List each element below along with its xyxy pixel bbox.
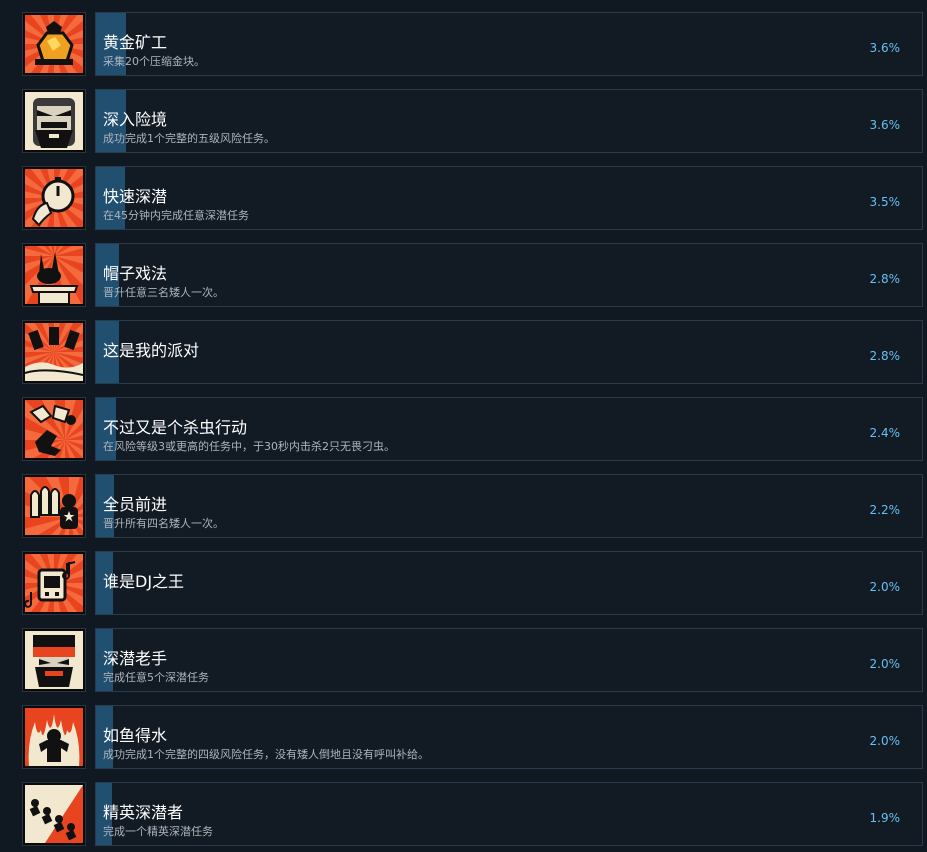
achievement-icon-frame xyxy=(22,397,86,461)
unlock-percent: 3.6% xyxy=(869,41,901,55)
unlock-percent: 2.8% xyxy=(869,272,901,286)
achievement-title: 快速深潜 xyxy=(103,187,168,206)
achievement-icon-frame xyxy=(22,320,86,384)
achievement-row[interactable]: 深入险境成功完成1个完整的五级风险任务。 3.6% xyxy=(0,89,927,155)
achievement-row[interactable]: 精英深潜者完成一个精英深潜任务 1.9% xyxy=(0,782,927,848)
achievement-panel: 深潜老手完成任意5个深潜任务 2.0% xyxy=(95,628,923,692)
achievement-title: 精英深潜者 xyxy=(103,803,184,822)
achievement-title: 谁是DJ之王 xyxy=(103,572,185,591)
achievement-description: 成功完成1个完整的五级风险任务。 xyxy=(103,132,275,145)
achievement-panel: 谁是DJ之王 2.0% xyxy=(95,551,923,615)
achievement-icon-frame xyxy=(22,12,86,76)
achievement-title: 深潜老手 xyxy=(103,649,168,668)
achievement-panel: 如鱼得水成功完成1个完整的四级风险任务，没有矮人倒地且没有呼叫补给。 2.0% xyxy=(95,705,923,769)
achievement-row[interactable]: 快速深潜在45分钟内完成任意深潜任务 3.5% xyxy=(0,166,927,232)
achievement-description: 晋升任意三名矮人一次。 xyxy=(103,286,224,299)
achievement-panel: 精英深潜者完成一个精英深潜任务 1.9% xyxy=(95,782,923,846)
rabbit-hat-icon xyxy=(25,246,83,304)
achievement-row[interactable]: 黄金矿工采集20个压缩金块。 3.6% xyxy=(0,12,927,78)
jukebox-icon xyxy=(25,554,83,612)
unlock-percent: 2.0% xyxy=(869,657,901,671)
achievement-row[interactable]: 谁是DJ之王 2.0% xyxy=(0,551,927,617)
achievement-icon-frame xyxy=(22,166,86,230)
achievement-panel: 帽子戏法晋升任意三名矮人一次。 2.8% xyxy=(95,243,923,307)
achievement-description: 采集20个压缩金块。 xyxy=(103,55,205,68)
achievement-icon-frame xyxy=(22,705,86,769)
unlock-percent: 3.6% xyxy=(869,118,901,132)
achievement-row[interactable]: 这是我的派对 2.8% xyxy=(0,320,927,386)
achievement-title: 不过又是个杀虫行动 xyxy=(103,418,248,437)
achievement-panel: 黄金矿工采集20个压缩金块。 3.6% xyxy=(95,12,923,76)
achievement-row[interactable]: 帽子戏法晋升任意三名矮人一次。 2.8% xyxy=(0,243,927,309)
unlock-percent: 2.0% xyxy=(869,734,901,748)
stopwatch-icon xyxy=(25,169,83,227)
unlock-percent: 1.9% xyxy=(869,811,901,825)
achievement-title: 全员前进 xyxy=(103,495,168,514)
unlock-percent: 2.8% xyxy=(869,349,901,363)
achievement-title: 帽子戏法 xyxy=(103,264,168,283)
running-dwarves-icon xyxy=(25,785,83,843)
party-cannons-icon xyxy=(25,323,83,381)
achievement-description: 晋升所有四名矮人一次。 xyxy=(103,517,224,530)
achievement-description: 在风险等级3或更高的任务中，于30秒内击杀2只无畏刁虫。 xyxy=(103,440,395,453)
veteran-dwarf-icon xyxy=(25,631,83,689)
unlock-percent: 2.2% xyxy=(869,503,901,517)
achievement-title: 这是我的派对 xyxy=(103,341,200,360)
achievement-panel: 深入险境成功完成1个完整的五级风险任务。 3.6% xyxy=(95,89,923,153)
achievement-row[interactable]: 不过又是个杀虫行动在风险等级3或更高的任务中，于30秒内击杀2只无畏刁虫。 2.4… xyxy=(0,397,927,463)
achievement-icon-frame xyxy=(22,782,86,846)
unlock-percent: 2.0% xyxy=(869,580,901,594)
achievement-panel: 这是我的派对 2.8% xyxy=(95,320,923,384)
achievement-row[interactable]: 深潜老手完成任意5个深潜任务 2.0% xyxy=(0,628,927,694)
achievement-icon-frame xyxy=(22,243,86,307)
achievement-panel: 快速深潜在45分钟内完成任意深潜任务 3.5% xyxy=(95,166,923,230)
achievement-title: 黄金矿工 xyxy=(103,33,168,52)
unlock-percent: 3.5% xyxy=(869,195,901,209)
achievement-icon-frame xyxy=(22,551,86,615)
gold-nugget-icon xyxy=(25,15,83,73)
unlock-percent: 2.4% xyxy=(869,426,901,440)
achievement-row[interactable]: 全员前进晋升所有四名矮人一次。 2.2% xyxy=(0,474,927,540)
achievement-title: 深入险境 xyxy=(103,110,168,129)
achievement-description: 成功完成1个完整的四级风险任务，没有矮人倒地且没有呼叫补给。 xyxy=(103,748,429,761)
achievement-panel: 不过又是个杀虫行动在风险等级3或更高的任务中，于30秒内击杀2只无畏刁虫。 2.4… xyxy=(95,397,923,461)
achievement-description: 完成任意5个深潜任务 xyxy=(103,671,209,684)
four-dwarves-icon xyxy=(25,477,83,535)
angry-dwarf-icon xyxy=(25,92,83,150)
achievement-icon-frame xyxy=(22,628,86,692)
dwarf-fire-icon xyxy=(25,708,83,766)
achievement-description: 在45分钟内完成任意深潜任务 xyxy=(103,209,249,222)
achievement-row[interactable]: 如鱼得水成功完成1个完整的四级风险任务，没有矮人倒地且没有呼叫补给。 2.0% xyxy=(0,705,927,771)
bug-kill-icon xyxy=(25,400,83,458)
achievement-title: 如鱼得水 xyxy=(103,726,168,745)
achievement-icon-frame xyxy=(22,474,86,538)
achievement-panel: 全员前进晋升所有四名矮人一次。 2.2% xyxy=(95,474,923,538)
achievement-icon-frame xyxy=(22,89,86,153)
achievement-description: 完成一个精英深潜任务 xyxy=(103,825,213,838)
achievement-list: 黄金矿工采集20个压缩金块。 3.6% 深入险境成功完成1个完整的五级风险任务。 3… xyxy=(0,0,927,852)
